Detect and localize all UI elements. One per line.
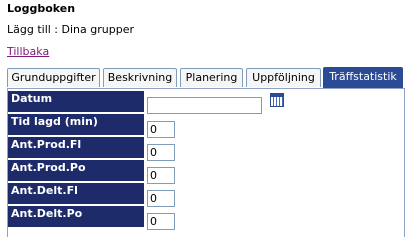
label-ant-delt-fl: Ant.Delt.Fl bbox=[8, 183, 144, 205]
label-ant-prod-fl: Ant.Prod.Fl bbox=[8, 137, 144, 159]
form-panel: Datum Tid lagd (min) Ant.Prod.Fl Ant.Pro… bbox=[7, 88, 405, 237]
ant-prod-fl-input[interactable] bbox=[147, 144, 175, 161]
tab-uppfoljning[interactable]: Uppföljning bbox=[246, 68, 321, 87]
date-input[interactable] bbox=[147, 97, 262, 114]
ant-delt-po-input[interactable] bbox=[147, 213, 175, 230]
label-tid-lagd: Tid lagd (min) bbox=[8, 114, 144, 136]
page-title: Loggboken bbox=[7, 2, 76, 15]
page-subtitle: Lägg till : Dina grupper bbox=[7, 23, 134, 36]
tab-beskrivning[interactable]: Beskrivning bbox=[103, 68, 177, 87]
form-row-prod-fl: Ant.Prod.Fl bbox=[8, 137, 404, 161]
form-row-delt-fl: Ant.Delt.Fl bbox=[8, 183, 404, 207]
form-row-prod-po: Ant.Prod.Po bbox=[8, 160, 404, 184]
label-ant-delt-po: Ant.Delt.Po bbox=[8, 206, 144, 228]
tab-planering[interactable]: Planering bbox=[180, 68, 243, 87]
tab-grunduppgifter[interactable]: Grunduppgifter bbox=[7, 68, 100, 87]
label-datum: Datum bbox=[8, 91, 144, 113]
back-link[interactable]: Tillbaka bbox=[7, 45, 49, 58]
ant-delt-fl-input[interactable] bbox=[147, 190, 175, 207]
form-row-datum: Datum bbox=[8, 91, 404, 114]
tid-lagd-input[interactable] bbox=[147, 121, 175, 138]
form-row-tid: Tid lagd (min) bbox=[8, 114, 404, 138]
label-ant-prod-po: Ant.Prod.Po bbox=[8, 160, 144, 182]
tab-traffstatistik[interactable]: Träffstatistik bbox=[323, 67, 403, 88]
calendar-icon[interactable] bbox=[270, 93, 284, 107]
form-row-delt-po: Ant.Delt.Po bbox=[8, 206, 404, 230]
ant-prod-po-input[interactable] bbox=[147, 167, 175, 184]
